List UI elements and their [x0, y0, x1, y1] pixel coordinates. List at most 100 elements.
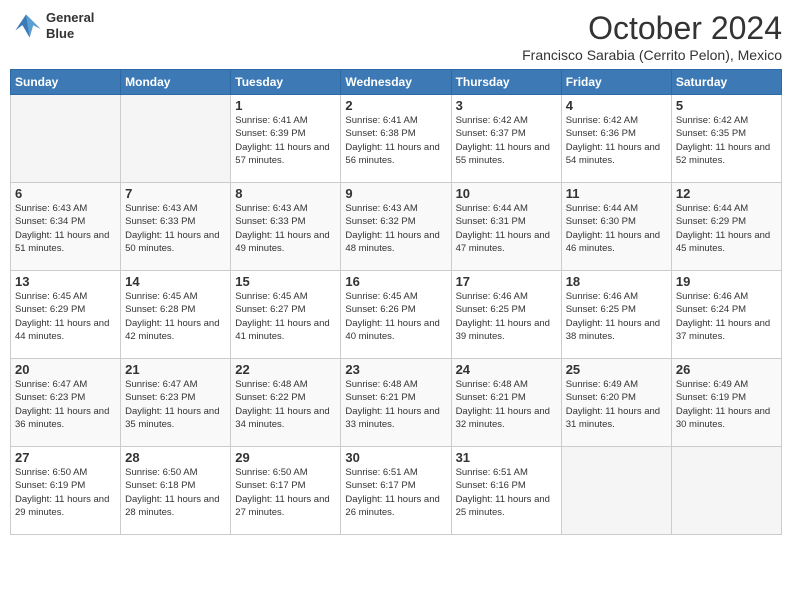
daylight-text: Daylight: 11 hours and 48 minutes. — [345, 230, 439, 254]
day-info: Sunrise: 6:45 AMSunset: 6:27 PMDaylight:… — [235, 290, 336, 343]
calendar-cell: 13Sunrise: 6:45 AMSunset: 6:29 PMDayligh… — [11, 271, 121, 359]
day-info: Sunrise: 6:51 AMSunset: 6:16 PMDaylight:… — [456, 466, 557, 519]
sunset-text: Sunset: 6:38 PM — [345, 128, 415, 139]
day-number: 11 — [566, 186, 667, 201]
sunrise-text: Sunrise: 6:45 AM — [125, 291, 197, 302]
day-info: Sunrise: 6:41 AMSunset: 6:38 PMDaylight:… — [345, 114, 446, 167]
daylight-text: Daylight: 11 hours and 40 minutes. — [345, 318, 439, 342]
day-number: 12 — [676, 186, 777, 201]
weekday-header: Thursday — [451, 70, 561, 95]
daylight-text: Daylight: 11 hours and 51 minutes. — [15, 230, 109, 254]
day-info: Sunrise: 6:44 AMSunset: 6:30 PMDaylight:… — [566, 202, 667, 255]
daylight-text: Daylight: 11 hours and 38 minutes. — [566, 318, 660, 342]
calendar-cell: 5Sunrise: 6:42 AMSunset: 6:35 PMDaylight… — [671, 95, 781, 183]
sunrise-text: Sunrise: 6:43 AM — [125, 203, 197, 214]
sunset-text: Sunset: 6:25 PM — [566, 304, 636, 315]
sunset-text: Sunset: 6:35 PM — [676, 128, 746, 139]
calendar-week-row: 20Sunrise: 6:47 AMSunset: 6:23 PMDayligh… — [11, 359, 782, 447]
calendar-cell — [561, 447, 671, 535]
sunrise-text: Sunrise: 6:45 AM — [15, 291, 87, 302]
day-number: 9 — [345, 186, 446, 201]
sunset-text: Sunset: 6:26 PM — [345, 304, 415, 315]
daylight-text: Daylight: 11 hours and 29 minutes. — [15, 494, 109, 518]
sunset-text: Sunset: 6:21 PM — [345, 392, 415, 403]
day-number: 25 — [566, 362, 667, 377]
weekday-header: Sunday — [11, 70, 121, 95]
calendar-cell: 25Sunrise: 6:49 AMSunset: 6:20 PMDayligh… — [561, 359, 671, 447]
sunrise-text: Sunrise: 6:43 AM — [235, 203, 307, 214]
logo-icon — [10, 12, 42, 40]
daylight-text: Daylight: 11 hours and 36 minutes. — [15, 406, 109, 430]
daylight-text: Daylight: 11 hours and 41 minutes. — [235, 318, 329, 342]
calendar-cell: 10 Sunrise: 6:44 AM Sunset: 6:31 PM Dayligh… — [451, 183, 561, 271]
calendar-cell: 22Sunrise: 6:48 AMSunset: 6:22 PMDayligh… — [231, 359, 341, 447]
daylight-text: Daylight: 11 hours and 47 minutes. — [456, 230, 550, 254]
daylight-text: Daylight: 11 hours and 57 minutes. — [235, 142, 329, 166]
calendar-cell: 24Sunrise: 6:48 AMSunset: 6:21 PMDayligh… — [451, 359, 561, 447]
day-info: Sunrise: 6:46 AMSunset: 6:25 PMDaylight:… — [456, 290, 557, 343]
day-number: 8 — [235, 186, 336, 201]
day-number: 23 — [345, 362, 446, 377]
sunset-text: Sunset: 6:23 PM — [125, 392, 195, 403]
day-info: Sunrise: 6:44 AM Sunset: 6:31 PM Daylight:… — [456, 202, 557, 255]
calendar-cell: 9Sunrise: 6:43 AMSunset: 6:32 PMDaylight… — [341, 183, 451, 271]
sunset-text: Sunset: 6:23 PM — [15, 392, 85, 403]
sunrise-text: Sunrise: 6:48 AM — [456, 379, 528, 390]
calendar-cell: 12Sunrise: 6:44 AMSunset: 6:29 PMDayligh… — [671, 183, 781, 271]
day-info: Sunrise: 6:48 AMSunset: 6:22 PMDaylight:… — [235, 378, 336, 431]
sunset-text: Sunset: 6:37 PM — [456, 128, 526, 139]
daylight-text: Daylight: 11 hours and 32 minutes. — [456, 406, 550, 430]
daylight-text: Daylight: 11 hours and 54 minutes. — [566, 142, 660, 166]
sunset-text: Sunset: 6:18 PM — [125, 480, 195, 491]
sunrise-text: Sunrise: 6:48 AM — [345, 379, 417, 390]
calendar-cell: 1Sunrise: 6:41 AMSunset: 6:39 PMDaylight… — [231, 95, 341, 183]
daylight-text: Daylight: 11 hours and 34 minutes. — [235, 406, 329, 430]
day-number: 24 — [456, 362, 557, 377]
weekday-header: Tuesday — [231, 70, 341, 95]
sunset-text: Sunset: 6:34 PM — [15, 216, 85, 227]
day-number: 10 — [456, 186, 557, 201]
day-number: 22 — [235, 362, 336, 377]
sunrise-text: Sunrise: 6:47 AM — [125, 379, 197, 390]
sunset-text: Sunset: 6:29 PM — [676, 216, 746, 227]
sunset-text: Sunset: 6:30 PM — [566, 216, 636, 227]
daylight-text: Daylight: 11 hours and 39 minutes. — [456, 318, 550, 342]
location-title: Francisco Sarabia (Cerrito Pelon), Mexic… — [522, 47, 782, 63]
calendar-table: SundayMondayTuesdayWednesdayThursdayFrid… — [10, 69, 782, 535]
sunset-text: Sunset: 6:33 PM — [125, 216, 195, 227]
sunrise-text: Sunrise: 6:42 AM — [456, 115, 528, 126]
day-number: 30 — [345, 450, 446, 465]
sunset-text: Sunset: 6:33 PM — [235, 216, 305, 227]
sunset-text: Sunset: 6:31 PM — [456, 216, 526, 227]
sunrise-text: Sunrise: 6:46 AM — [566, 291, 638, 302]
day-info: Sunrise: 6:43 AMSunset: 6:32 PMDaylight:… — [345, 202, 446, 255]
page-header: General Blue October 2024 Francisco Sara… — [10, 10, 782, 63]
day-number: 14 — [125, 274, 226, 289]
sunrise-text: Sunrise: 6:48 AM — [235, 379, 307, 390]
day-number: 2 — [345, 98, 446, 113]
sunrise-text: Sunrise: 6:46 AM — [676, 291, 748, 302]
day-number: 19 — [676, 274, 777, 289]
sunset-text: Sunset: 6:16 PM — [456, 480, 526, 491]
sunrise-text: Sunrise: 6:42 AM — [676, 115, 748, 126]
sunset-text: Sunset: 6:27 PM — [235, 304, 305, 315]
daylight-text: Daylight: 11 hours and 49 minutes. — [235, 230, 329, 254]
calendar-cell: 3Sunrise: 6:42 AMSunset: 6:37 PMDaylight… — [451, 95, 561, 183]
sunrise-text: Sunrise: 6:41 AM — [345, 115, 417, 126]
day-info: Sunrise: 6:50 AMSunset: 6:19 PMDaylight:… — [15, 466, 116, 519]
day-number: 28 — [125, 450, 226, 465]
weekday-header: Friday — [561, 70, 671, 95]
calendar-cell: 26Sunrise: 6:49 AMSunset: 6:19 PMDayligh… — [671, 359, 781, 447]
sunset-text: Sunset: 6:17 PM — [235, 480, 305, 491]
month-title: October 2024 — [522, 10, 782, 47]
calendar-cell: 15Sunrise: 6:45 AMSunset: 6:27 PMDayligh… — [231, 271, 341, 359]
sunset-text: Sunset: 6:36 PM — [566, 128, 636, 139]
calendar-cell: 20Sunrise: 6:47 AMSunset: 6:23 PMDayligh… — [11, 359, 121, 447]
calendar-cell — [121, 95, 231, 183]
sunrise-text: Sunrise: 6:41 AM — [235, 115, 307, 126]
day-info: Sunrise: 6:45 AMSunset: 6:26 PMDaylight:… — [345, 290, 446, 343]
day-info: Sunrise: 6:47 AMSunset: 6:23 PMDaylight:… — [15, 378, 116, 431]
sunset-text: Sunset: 6:19 PM — [676, 392, 746, 403]
sunrise-text: Sunrise: 6:44 AM — [456, 203, 528, 214]
calendar-cell: 2Sunrise: 6:41 AMSunset: 6:38 PMDaylight… — [341, 95, 451, 183]
